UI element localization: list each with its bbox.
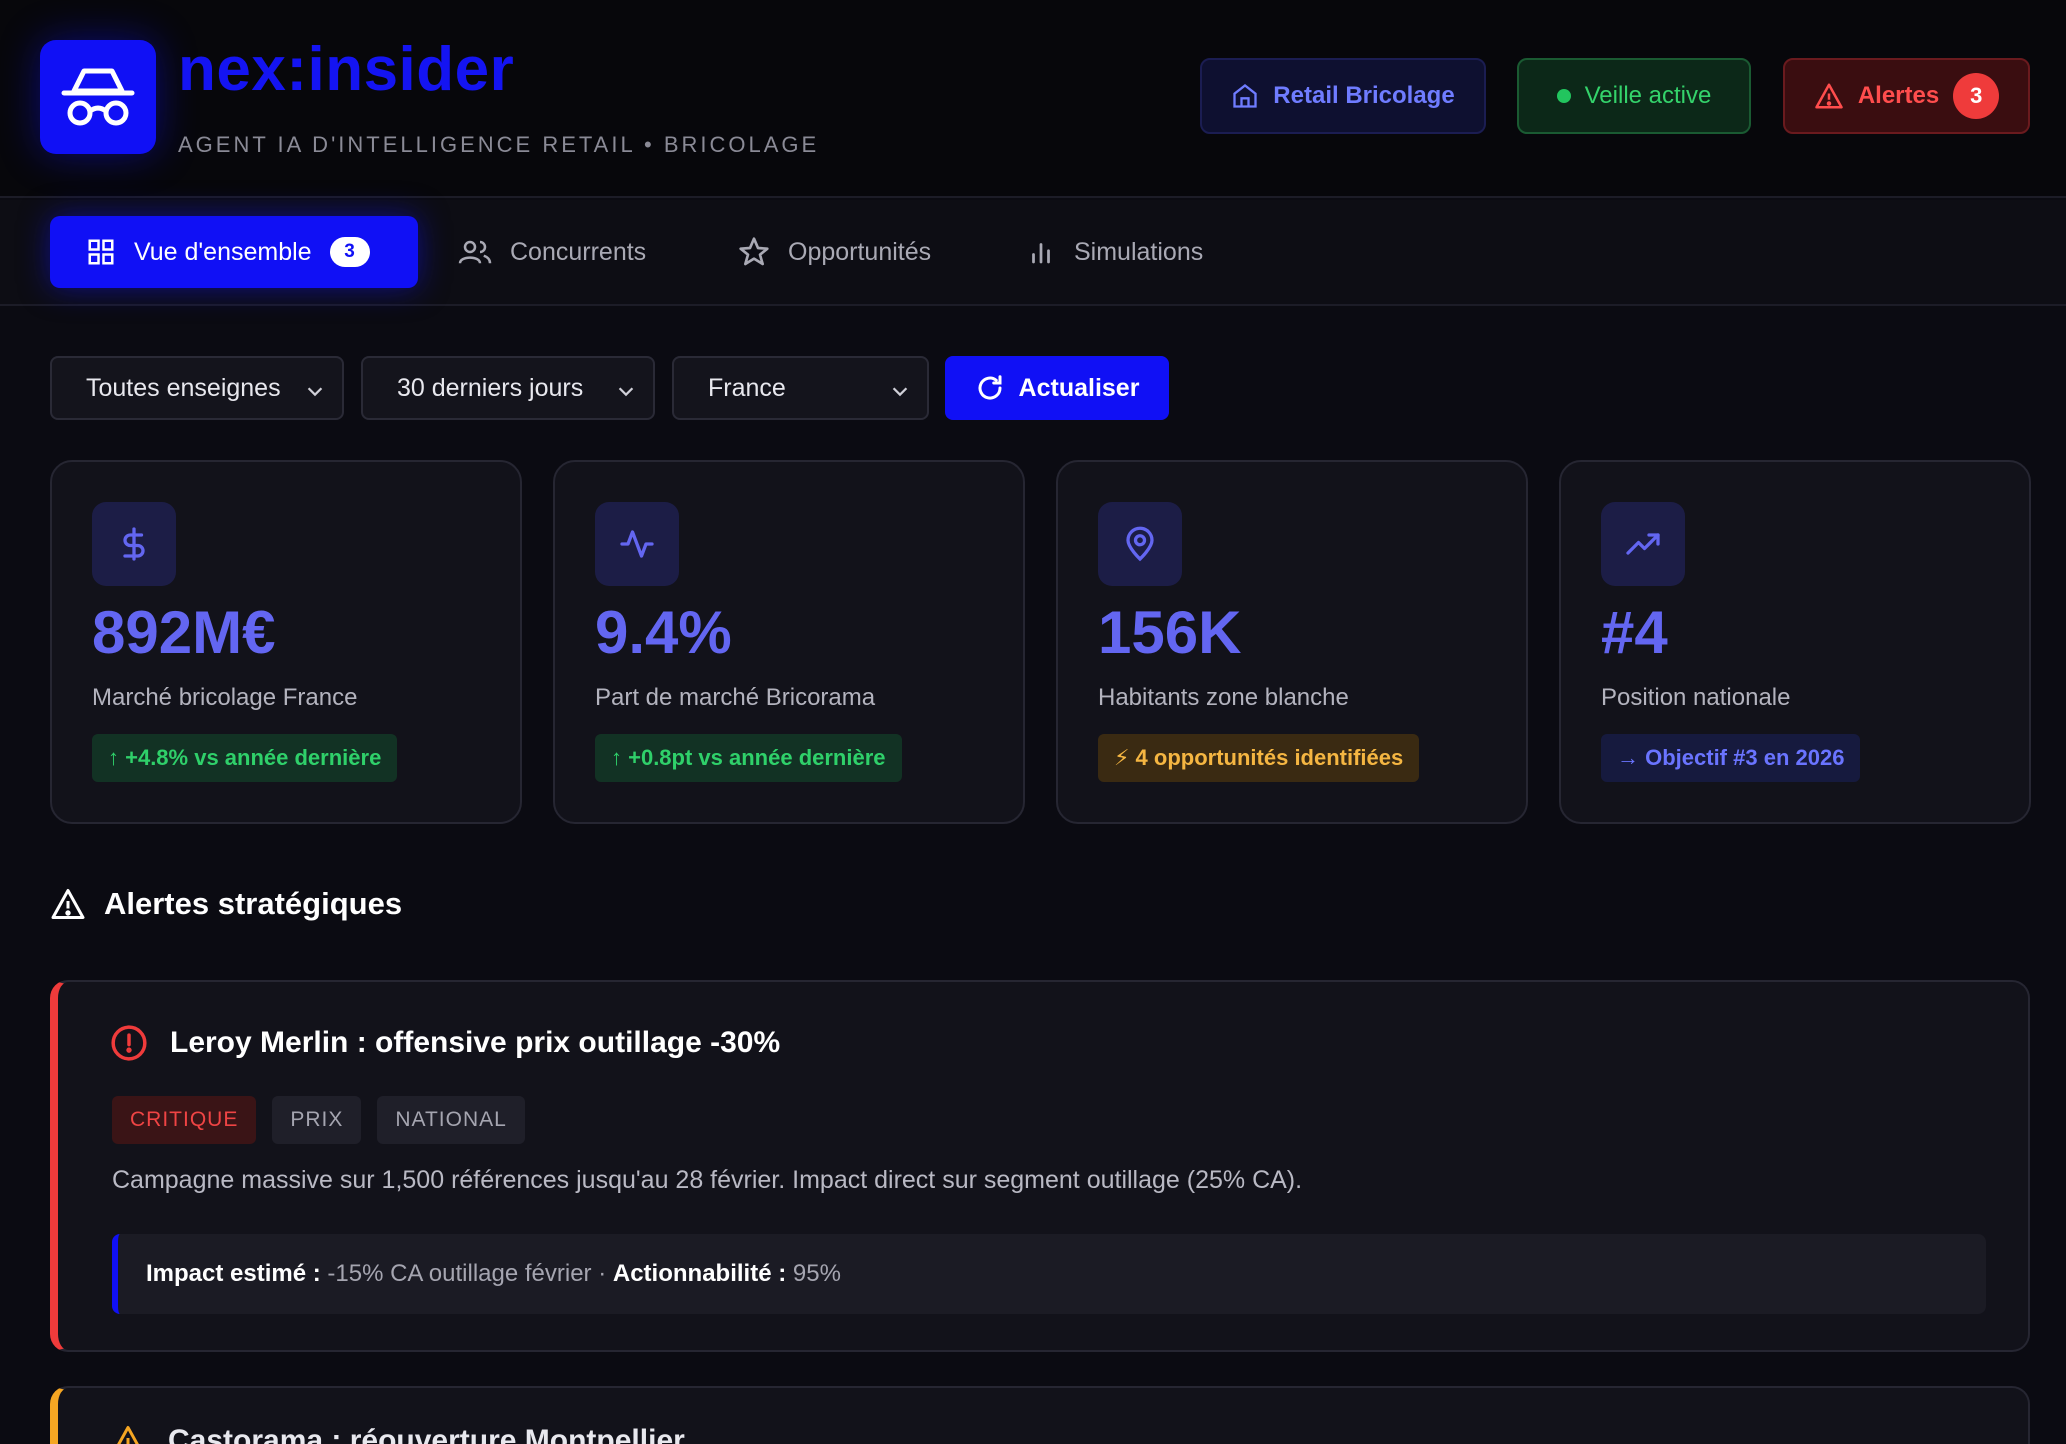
alert-title: Leroy Merlin : offensive prix outillage … — [170, 1026, 781, 1059]
users-icon — [458, 240, 492, 264]
warning-triangle-icon — [51, 889, 85, 919]
brand-name: nex:insider — [178, 35, 515, 104]
brand-subtitle: AGENT IA D'INTELLIGENCE RETAIL • BRICOLA… — [178, 132, 820, 157]
kpi-trend-badge: ↑ +4.8% vs année dernière — [92, 734, 398, 782]
impact-value: -15% CA outillage février · — [327, 1260, 607, 1287]
actionability-label: Actionnabilité : — [612, 1260, 787, 1287]
star-icon — [739, 237, 769, 266]
kpi-card-share: 9.4% Part de marché Bricorama ↑ +0.8pt v… — [553, 460, 1025, 824]
kpi-card-white-zone: 156K Habitants zone blanche ⚡ 4 opportun… — [1056, 460, 1528, 824]
tag-prix: PRIX — [272, 1096, 362, 1144]
tag-national: NATIONAL — [377, 1096, 525, 1144]
main-tabs: Vue d'ensemble 3 Concurrents Opportunité… — [0, 200, 2066, 306]
home-icon — [1233, 84, 1257, 108]
alertes-count-badge: 3 — [1953, 73, 2000, 119]
app-root: nex:insider AGENT IA D'INTELLIGENCE RETA… — [0, 0, 2066, 1444]
chevron-down-icon — [307, 387, 323, 397]
tab-simulations[interactable]: Simulations — [1026, 216, 1203, 288]
kpi-value: #4 — [1601, 599, 1668, 666]
tab-simulations-label: Simulations — [1074, 237, 1204, 266]
veille-active-button[interactable]: Veille active — [1517, 58, 1751, 134]
warning-triangle-icon — [117, 1426, 139, 1444]
tab-overview-label: Vue d'ensemble — [134, 237, 312, 266]
impact-box: Impact estimé : -15% CA outillage févrie… — [112, 1234, 1986, 1314]
kpi-value: 9.4% — [595, 599, 732, 666]
kpi-icon-container — [92, 502, 176, 586]
kpi-trend-badge: → Objectif #3 en 2026 — [1601, 734, 1861, 782]
veille-active-label: Veille active — [1584, 82, 1712, 109]
period-select[interactable]: 30 derniers jours — [361, 356, 655, 420]
kpi-icon-container — [1601, 502, 1685, 586]
tab-opportunites[interactable]: Opportunités — [738, 216, 931, 288]
alertes-label: Alertes — [1857, 82, 1940, 109]
kpi-card-market: 892M€ Marché bricolage France ↑ +4.8% vs… — [50, 460, 522, 824]
tab-overview[interactable]: Vue d'ensemble 3 — [50, 216, 418, 288]
kpi-value: 892M€ — [92, 599, 276, 666]
bar-chart-icon — [1032, 243, 1050, 264]
kpi-value: 156K — [1098, 599, 1242, 666]
alertes-button[interactable]: Alertes 3 — [1783, 58, 2030, 134]
kpi-label: Habitants zone blanche — [1098, 684, 1349, 711]
activity-icon — [620, 530, 654, 558]
chevron-down-icon — [618, 387, 634, 397]
alert-card-warning[interactable]: Castorama : réouverture Montpellier — [50, 1386, 2030, 1444]
trending-up-icon — [1626, 533, 1660, 555]
kpi-trend-badge: ↑ +0.8pt vs année dernière — [595, 734, 902, 782]
dollar-icon — [123, 527, 145, 561]
kpi-label: Part de marché Bricorama — [595, 684, 876, 711]
alert-card-critical[interactable]: Leroy Merlin : offensive prix outillage … — [50, 980, 2030, 1352]
alert-tags: CRITIQUE PRIX NATIONAL — [112, 1096, 525, 1144]
impact-label: Impact estimé : — [146, 1260, 321, 1287]
map-pin-icon — [1126, 526, 1154, 562]
enseignes-select-value: Toutes enseignes — [86, 373, 281, 402]
kpi-label: Marché bricolage France — [92, 684, 358, 711]
enseignes-select[interactable]: Toutes enseignes — [50, 356, 344, 420]
tab-opportunites-label: Opportunités — [788, 237, 932, 266]
period-select-value: 30 derniers jours — [397, 373, 584, 402]
alert-title: Castorama : réouverture Montpellier — [168, 1424, 685, 1444]
grid-icon — [88, 239, 114, 265]
section-title: Alertes stratégiques — [50, 886, 402, 922]
refresh-icon — [978, 375, 1002, 400]
status-dot-icon — [1556, 89, 1571, 103]
logo — [40, 40, 156, 154]
region-select[interactable]: France — [672, 356, 929, 420]
warning-triangle-icon — [1815, 83, 1843, 109]
alert-header: Leroy Merlin : offensive prix outillage … — [110, 1024, 780, 1062]
kpi-label: Position nationale — [1601, 684, 1791, 711]
tab-concurrents-label: Concurrents — [510, 237, 647, 266]
kpi-icon-container — [1098, 502, 1182, 586]
region-select-value: France — [708, 373, 786, 402]
tab-concurrents[interactable]: Concurrents — [458, 216, 646, 288]
alert-description: Campagne massive sur 1,500 références ju… — [112, 1166, 1303, 1194]
refresh-button-label: Actualiser — [1018, 373, 1140, 402]
kpi-card-position: #4 Position nationale → Objectif #3 en 2… — [1559, 460, 2031, 824]
tag-critique: CRITIQUE — [112, 1096, 257, 1144]
retail-bricolage-label: Retail Bricolage — [1273, 82, 1455, 109]
incognito-icon — [61, 68, 135, 126]
tab-overview-badge: 3 — [329, 237, 370, 267]
kpi-icon-container — [595, 502, 679, 586]
alert-circle-icon — [111, 1025, 147, 1061]
chevron-down-icon — [892, 387, 908, 397]
top-header: nex:insider AGENT IA D'INTELLIGENCE RETA… — [0, 0, 2066, 198]
actionability-value: 95% — [792, 1260, 841, 1287]
section-title-text: Alertes stratégiques — [104, 886, 403, 921]
retail-bricolage-button[interactable]: Retail Bricolage — [1200, 58, 1486, 134]
refresh-button[interactable]: Actualiser — [945, 356, 1169, 420]
kpi-trend-badge: ⚡ 4 opportunités identifiées — [1098, 734, 1420, 782]
alert-header: Castorama : réouverture Montpellier — [110, 1424, 685, 1444]
